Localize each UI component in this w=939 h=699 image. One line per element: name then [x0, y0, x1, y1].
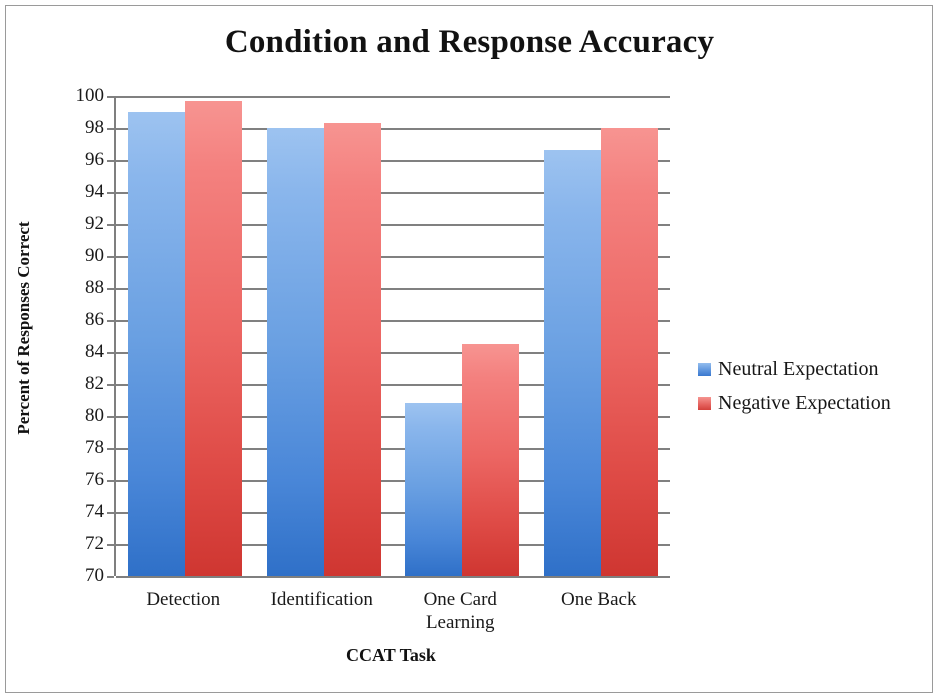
bar-negative-3 [600, 128, 658, 576]
legend-label: Neutral Expectation [718, 357, 879, 380]
y-axis-tick [107, 448, 114, 450]
x-axis-label-line: One Back [561, 589, 637, 610]
x-axis-label-line: Learning [425, 612, 495, 634]
y-axis-tick-label: 70 [85, 565, 104, 586]
y-axis-tick [107, 480, 114, 482]
y-axis-tick [107, 512, 114, 514]
legend-swatch-icon [698, 362, 711, 376]
y-axis-tick [107, 576, 114, 578]
y-axis-tick [107, 288, 114, 290]
chart-figure: Condition and Response Accuracy Percent … [0, 0, 939, 699]
bar-neutral-1 [266, 128, 324, 576]
legend-swatch-icon [698, 396, 711, 410]
bar-negative-2 [462, 344, 520, 576]
bar-negative-0 [185, 100, 243, 576]
y-axis-tick [107, 320, 114, 322]
y-axis-tick [107, 416, 114, 418]
plot-area [114, 96, 670, 578]
y-axis-tick-label: 86 [85, 309, 104, 330]
gridline [116, 576, 670, 578]
y-axis-tick-label: 84 [85, 341, 104, 362]
x-axis-label-1: Identification [253, 588, 392, 611]
y-axis-tick-label: 90 [85, 245, 104, 266]
bar-neutral-2 [405, 403, 463, 576]
y-axis-title: Percent of Responses Correct [14, 221, 33, 435]
y-axis-tick-label: 72 [85, 533, 104, 554]
y-axis-tick [107, 352, 114, 354]
y-axis-tick-label: 78 [85, 437, 104, 458]
bar-neutral-0 [128, 112, 186, 576]
x-axis-label-line: Detection [146, 589, 221, 610]
y-axis-tick [107, 224, 114, 226]
y-axis-tick-label: 76 [85, 469, 104, 490]
y-axis-tick-label: 92 [85, 213, 104, 234]
bar-negative-1 [323, 123, 381, 576]
legend: Neutral Expectation Negative Expectation [698, 352, 928, 420]
y-axis-tick-labels: 100 98 96 94 92 90 88 86 84 82 80 78 76 74 72 70 [52, 0, 105, 699]
x-axis-label-line: Identification [270, 589, 373, 610]
x-axis-title: CCAT Task [346, 645, 436, 665]
y-axis-tick-label: 96 [85, 149, 104, 170]
legend-entry-neutral: Neutral Expectation [698, 352, 928, 386]
chart-title: Condition and Response Accuracy [224, 24, 715, 60]
y-axis-tick-label: 88 [85, 277, 104, 298]
legend-label: Negative Expectation [718, 391, 891, 414]
y-axis-tick-label: 94 [85, 181, 104, 202]
y-axis-tick [107, 160, 114, 162]
legend-entry-negative: Negative Expectation [698, 386, 928, 420]
y-axis-tick-label: 98 [85, 117, 104, 138]
x-axis-label-2: One Card Learning [391, 588, 530, 634]
y-axis-tick [107, 192, 114, 194]
y-axis-tick-label: 82 [85, 373, 104, 394]
y-axis-tick [107, 544, 114, 546]
y-axis-tick-label: 74 [85, 501, 104, 522]
y-axis-tick-label: 80 [85, 405, 104, 426]
y-axis-tick-label: 100 [75, 85, 105, 106]
y-axis-tick [107, 256, 114, 258]
gridline [116, 96, 670, 98]
bar-neutral-3 [543, 150, 601, 576]
y-axis-tick [107, 128, 114, 130]
y-axis-tick [107, 384, 114, 386]
x-axis-label-line: One Card [423, 589, 497, 610]
y-axis-tick [107, 96, 114, 98]
x-axis-label-3: One Back [530, 588, 669, 611]
x-axis-label-0: Detection [114, 588, 253, 611]
